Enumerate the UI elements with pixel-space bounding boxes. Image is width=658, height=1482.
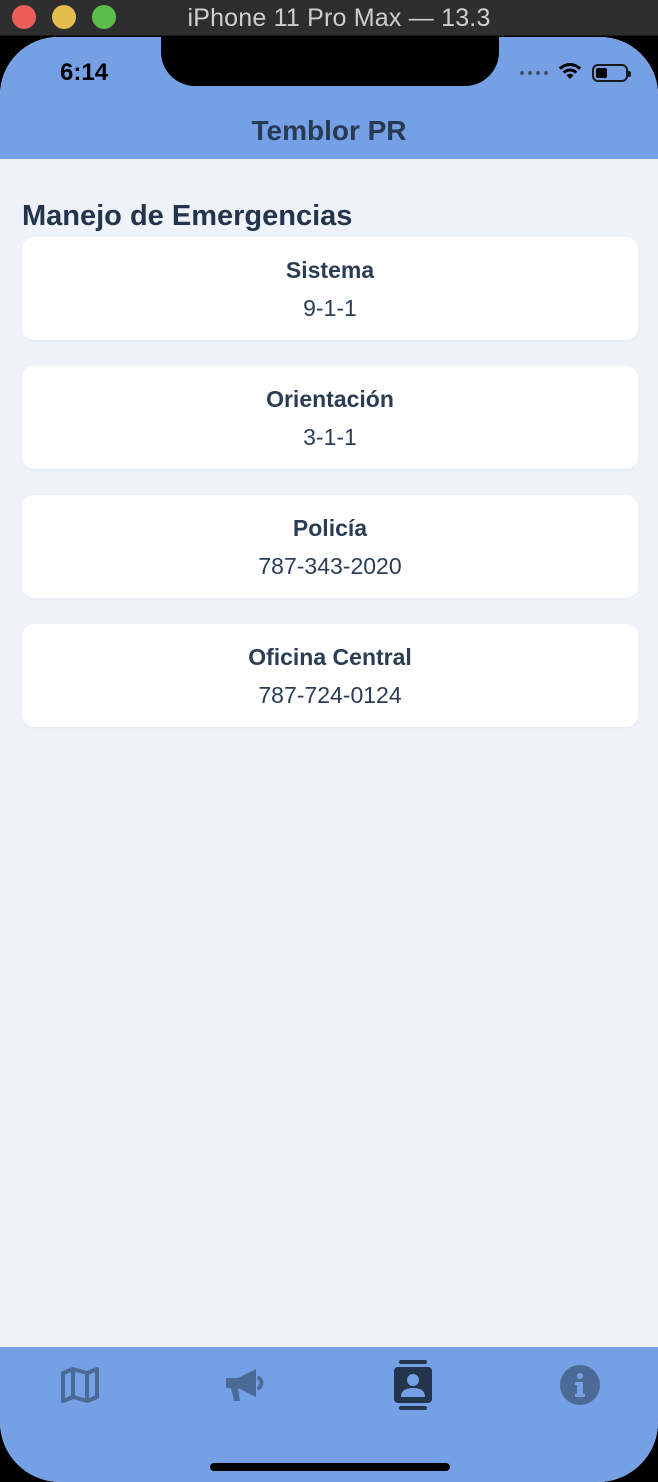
device-notch [161,37,499,86]
tab-map[interactable] [40,1359,120,1411]
status-icons [520,62,631,85]
contact-phone: 3-1-1 [303,424,357,450]
contact-name: Sistema [285,257,375,283]
battery-icon [592,64,631,82]
contact-phone: 787-724-0124 [258,682,402,708]
megaphone-icon [226,1369,264,1401]
info-icon [560,1365,600,1405]
contact-card-icon [394,1360,432,1410]
contact-name: Oficina Central [248,644,412,670]
map-icon [61,1367,99,1403]
contact-card-orientacion[interactable]: Orientación 3-1-1 [22,366,638,469]
tab-bar [0,1347,658,1482]
wifi-icon [558,62,582,85]
home-indicator[interactable] [210,1463,450,1471]
cellular-signal-icon [520,71,548,75]
contact-name: Policía [292,515,368,541]
window-title: iPhone 11 Pro Max — 13.3 [187,4,491,32]
contact-phone: 787-343-2020 [258,553,402,579]
contact-name: Orientación [266,386,394,412]
section-title: Manejo de Emergencias [22,200,353,232]
status-time: 6:14 [60,59,109,86]
simulator-titlebar: iPhone 11 Pro Max — 13.3 [0,0,658,36]
contact-phone: 9-1-1 [303,295,357,321]
battery-level [596,68,607,78]
phone-screen: 6:14 Temblor PR Manejo de Emergencias Si… [0,37,658,1482]
app-header: 6:14 Temblor PR [0,37,658,159]
contact-card-sistema[interactable]: Sistema 9-1-1 [22,237,638,340]
page-title: Temblor PR [251,115,407,146]
tab-contacts[interactable] [373,1359,453,1411]
contact-list: Sistema 9-1-1 Orientación 3-1-1 Policía … [22,237,638,753]
contact-card-policia[interactable]: Policía 787-343-2020 [22,495,638,598]
tab-info[interactable] [540,1359,620,1411]
contact-card-oficina-central[interactable]: Oficina Central 787-724-0124 [22,624,638,727]
tab-announcements[interactable] [206,1359,286,1411]
